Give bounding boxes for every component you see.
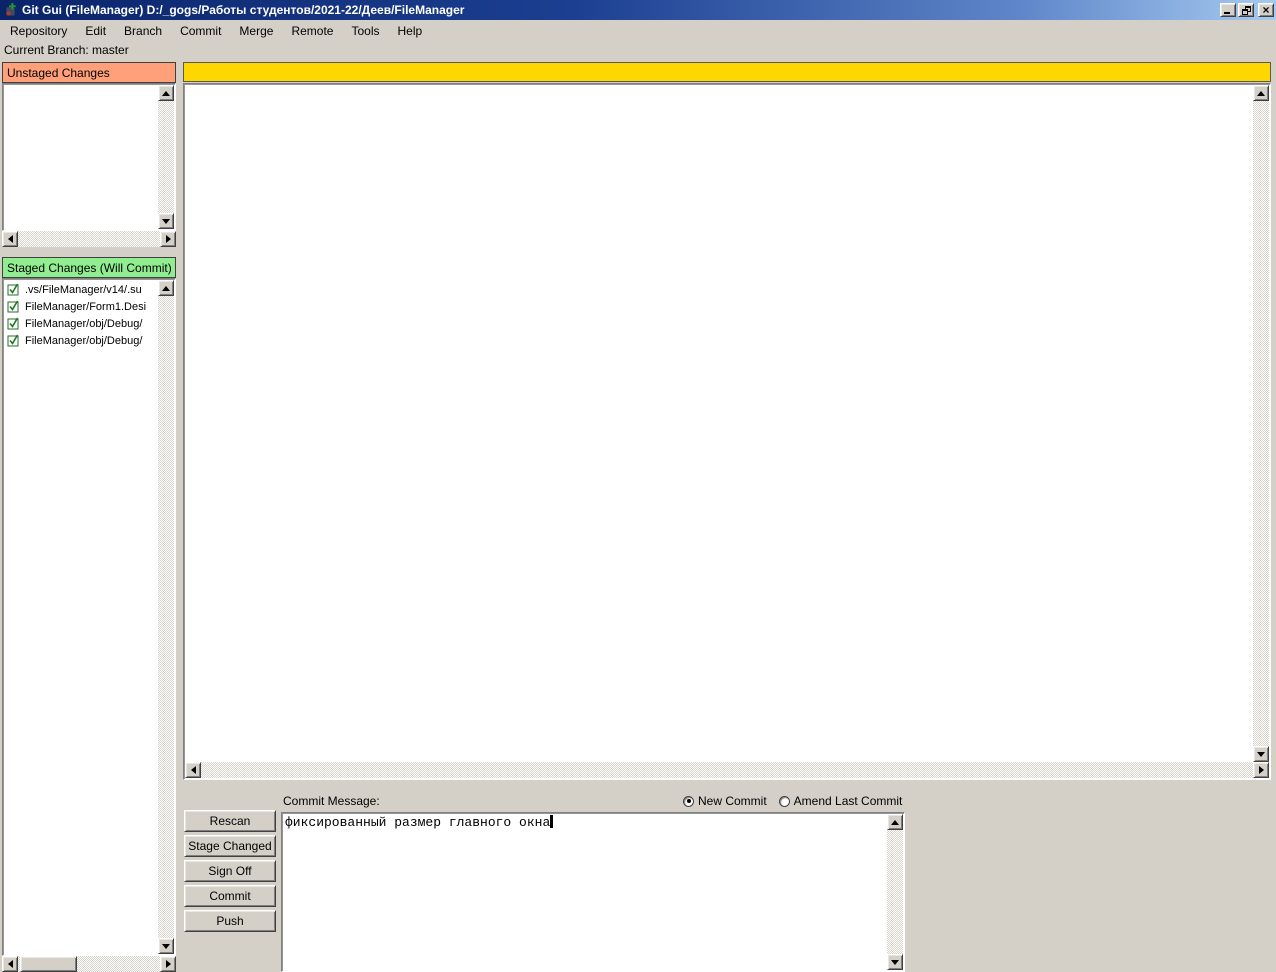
- scrollbar-thumb[interactable]: [20, 956, 77, 972]
- text-cursor: [550, 815, 553, 828]
- commit-button[interactable]: Commit: [184, 885, 276, 907]
- scroll-down-icon[interactable]: [158, 213, 174, 229]
- scroll-down-icon[interactable]: [887, 954, 903, 970]
- menu-commit[interactable]: Commit: [171, 22, 230, 40]
- amend-last-commit-label: Amend Last Commit: [794, 794, 903, 808]
- window-title: Git Gui (FileManager) D:/_gogs/Работы ст…: [22, 3, 1218, 17]
- menu-repository[interactable]: Repository: [1, 22, 76, 40]
- diff-horizontal-scrollbar[interactable]: [185, 762, 1269, 778]
- titlebar[interactable]: Git Gui (FileManager) D:/_gogs/Работы ст…: [0, 0, 1276, 20]
- minimize-button[interactable]: [1220, 3, 1236, 17]
- scroll-up-icon[interactable]: [1253, 85, 1269, 101]
- scroll-left-icon[interactable]: [2, 956, 18, 972]
- scroll-right-icon[interactable]: [160, 956, 176, 972]
- staged-file-list[interactable]: .vs/FileManager/v14/.su FileManager/Form…: [2, 278, 176, 956]
- scroll-up-icon[interactable]: [158, 280, 174, 296]
- staged-file-row[interactable]: FileManager/obj/Debug/: [3, 332, 158, 349]
- scroll-down-icon[interactable]: [1253, 746, 1269, 762]
- app-icon[interactable]: [3, 3, 18, 18]
- staged-file-name: FileManager/Form1.Desi: [25, 301, 146, 313]
- menu-tools[interactable]: Tools: [342, 22, 388, 40]
- stage-changed-button[interactable]: Stage Changed: [184, 835, 276, 857]
- staged-file-name: .vs/FileManager/v14/.su: [25, 284, 142, 296]
- unstaged-changes-title: Unstaged Changes: [7, 66, 110, 80]
- commit-message-scrollbar[interactable]: [887, 814, 903, 970]
- menu-help[interactable]: Help: [388, 22, 431, 40]
- unstaged-horizontal-scrollbar[interactable]: [2, 231, 176, 247]
- unstaged-vertical-scrollbar[interactable]: [158, 85, 174, 229]
- staged-checkbox-icon[interactable]: [7, 317, 20, 330]
- staged-checkbox-icon[interactable]: [7, 334, 20, 347]
- unstaged-file-list[interactable]: [2, 83, 176, 231]
- push-button[interactable]: Push: [184, 910, 276, 932]
- scroll-down-icon[interactable]: [158, 938, 174, 954]
- current-branch-label: Current Branch: master: [4, 43, 129, 59]
- commit-message-label: Commit Message:: [283, 794, 380, 808]
- sign-off-button[interactable]: Sign Off: [184, 860, 276, 882]
- scroll-up-icon[interactable]: [158, 85, 174, 101]
- unstaged-changes-header: Unstaged Changes: [2, 62, 176, 83]
- rescan-button[interactable]: Rescan: [184, 810, 276, 832]
- diff-view[interactable]: [183, 83, 1271, 780]
- menu-branch[interactable]: Branch: [115, 22, 171, 40]
- commit-type-radios: New Commit Amend Last Commit: [683, 793, 910, 809]
- menu-merge[interactable]: Merge: [230, 22, 282, 40]
- scroll-right-icon[interactable]: [1253, 762, 1269, 778]
- staged-horizontal-scrollbar[interactable]: [2, 956, 176, 972]
- close-icon: ×: [1262, 5, 1269, 15]
- staged-changes-header: Staged Changes (Will Commit): [2, 257, 176, 278]
- staged-checkbox-icon[interactable]: [7, 283, 20, 296]
- amend-last-commit-radio[interactable]: [779, 796, 790, 807]
- new-commit-label: New Commit: [698, 794, 767, 808]
- close-button[interactable]: ×: [1258, 3, 1274, 17]
- restore-icon: [1242, 6, 1251, 15]
- staged-file-row[interactable]: FileManager/obj/Debug/: [3, 315, 158, 332]
- staged-file-row[interactable]: .vs/FileManager/v14/.su: [3, 281, 158, 298]
- scroll-left-icon[interactable]: [185, 762, 201, 778]
- staged-vertical-scrollbar[interactable]: [158, 280, 174, 954]
- staged-file-name: FileManager/obj/Debug/: [25, 318, 142, 330]
- commit-message-input[interactable]: фиксированный размер главного окна: [281, 812, 905, 972]
- menu-bar: Repository Edit Branch Commit Merge Remo…: [0, 20, 1276, 41]
- scroll-left-icon[interactable]: [2, 231, 18, 247]
- scroll-up-icon[interactable]: [887, 814, 903, 830]
- restore-button[interactable]: [1238, 3, 1254, 17]
- diff-vertical-scrollbar[interactable]: [1253, 85, 1269, 762]
- staged-file-name: FileManager/obj/Debug/: [25, 335, 142, 347]
- staged-checkbox-icon[interactable]: [7, 300, 20, 313]
- diff-header-bar: [183, 62, 1271, 82]
- scroll-right-icon[interactable]: [160, 231, 176, 247]
- menu-edit[interactable]: Edit: [76, 22, 115, 40]
- staged-changes-title: Staged Changes (Will Commit): [7, 261, 172, 275]
- staged-file-row[interactable]: FileManager/Form1.Desi: [3, 298, 158, 315]
- radio-selected-dot: [687, 799, 691, 803]
- commit-message-text: фиксированный размер главного окна: [285, 815, 550, 830]
- menu-remote[interactable]: Remote: [282, 22, 342, 40]
- new-commit-radio[interactable]: [683, 796, 694, 807]
- minimize-icon: [1224, 12, 1230, 14]
